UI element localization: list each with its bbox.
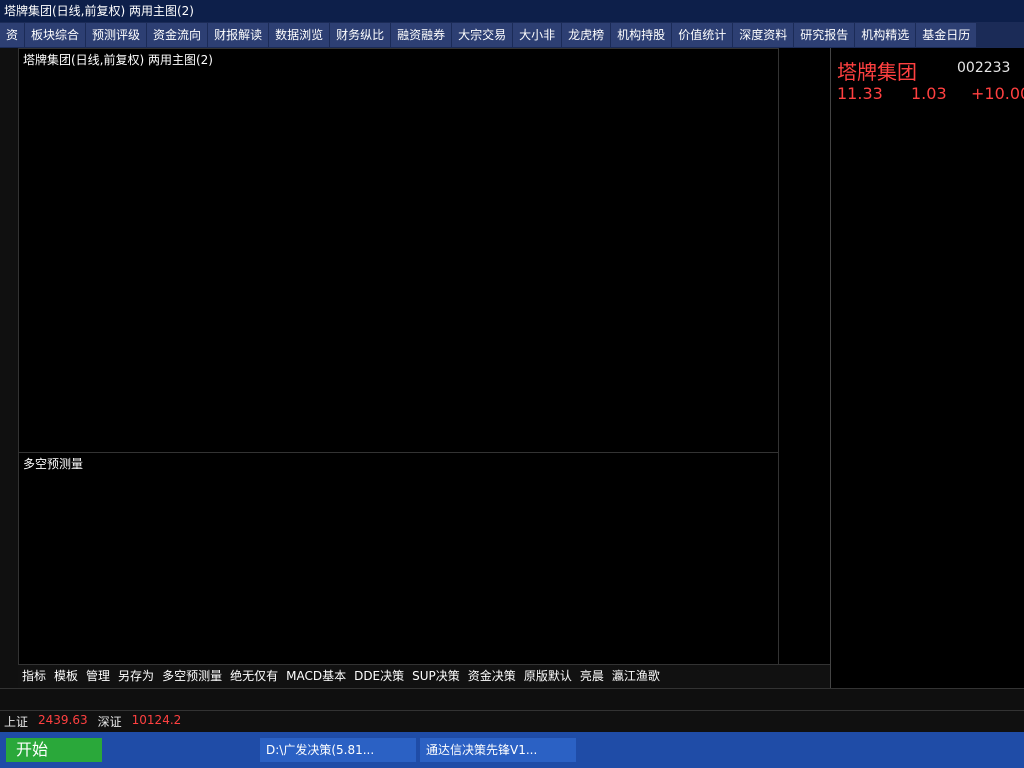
- tab-6[interactable]: MACD基本: [286, 667, 346, 684]
- toolbar-item-14[interactable]: 研究报告: [794, 23, 855, 47]
- start-button[interactable]: 开始: [6, 738, 102, 762]
- tab-12[interactable]: 瀛江渔歌: [612, 667, 660, 684]
- taskbar-item-1[interactable]: D:\广发决策(5.81...: [260, 738, 416, 762]
- quote-panel: 塔牌集团 002233 11.33 1.03 +10.00: [830, 48, 1024, 688]
- price-axis: [778, 48, 831, 664]
- sh-value: 2439.63: [38, 713, 88, 727]
- toolbar-item-16[interactable]: 基金日历: [916, 23, 977, 47]
- tab-9[interactable]: 资金决策: [468, 667, 516, 684]
- main-chart-title: 塔牌集团(日线,前复权) 两用主图(2): [23, 53, 213, 67]
- sz-label: 深证: [97, 715, 122, 729]
- toolbar-item-10[interactable]: 龙虎榜: [562, 23, 611, 47]
- tab-0[interactable]: 指标: [22, 667, 46, 684]
- tab-4[interactable]: 多空预测量: [162, 667, 222, 684]
- toolbar-item-4[interactable]: 财报解读: [208, 23, 269, 47]
- menu-title: 塔牌集团(日线,前复权) 两用主图(2): [4, 4, 194, 18]
- toolbar-item-6[interactable]: 财务纵比: [330, 23, 391, 47]
- toolbar-item-5[interactable]: 数据浏览: [269, 23, 330, 47]
- stock-name: 塔牌集团: [837, 60, 917, 84]
- left-vertical-nav[interactable]: [0, 48, 19, 688]
- tab-2[interactable]: 管理: [86, 667, 110, 684]
- toolbar-item-11[interactable]: 机构持股: [611, 23, 672, 47]
- tab-3[interactable]: 另存为: [118, 667, 154, 684]
- indicator-title: 多空预测量: [23, 457, 84, 471]
- toolbar-item-7[interactable]: 融资融券: [391, 23, 452, 47]
- taskbar-item-2[interactable]: 通达信决策先锋V1...: [420, 738, 576, 762]
- indicator-chart[interactable]: 多空预测量: [18, 452, 780, 666]
- extension-bar: [0, 688, 1024, 711]
- function-toolbar: 资 板块综合 预测评级 资金流向 财报解读 数据浏览 财务纵比 融资融券 大宗交…: [0, 22, 1024, 48]
- tab-7[interactable]: DDE决策: [354, 667, 404, 684]
- stock-code: 002233: [957, 60, 1011, 76]
- toolbar-item-2[interactable]: 预测评级: [86, 23, 147, 47]
- market-status-bar: 上证 2439.63 深证 10124.2: [0, 710, 1024, 733]
- toolbar-item-8[interactable]: 大宗交易: [452, 23, 513, 47]
- sz-value: 10124.2: [131, 713, 182, 727]
- sh-label: 上证: [4, 715, 29, 729]
- toolbar-item-9[interactable]: 大小非: [513, 23, 562, 47]
- toolbar-item-3[interactable]: 资金流向: [147, 23, 208, 47]
- windows-taskbar: 开始 D:\广发决策(5.81... 通达信决策先锋V1...: [0, 732, 1024, 768]
- tab-8[interactable]: SUP决策: [412, 667, 460, 684]
- toolbar-item-12[interactable]: 价值统计: [672, 23, 733, 47]
- tab-11[interactable]: 亮晨: [580, 667, 604, 684]
- stock-pct: +10.00: [971, 84, 1024, 103]
- stock-price: 11.33: [837, 84, 883, 103]
- indicator-tabs: 指标 模板 管理 另存为 多空预测量 绝无仅有 MACD基本 DDE决策 SUP…: [18, 664, 830, 689]
- tab-10[interactable]: 原版默认: [524, 667, 572, 684]
- toolbar-item-13[interactable]: 深度资料: [733, 23, 794, 47]
- menu-bar: 塔牌集团(日线,前复权) 两用主图(2): [0, 0, 1024, 22]
- stock-change: 1.03: [911, 84, 947, 103]
- toolbar-item-1[interactable]: 板块综合: [25, 23, 86, 47]
- main-kline-chart[interactable]: 塔牌集团(日线,前复权) 两用主图(2): [18, 48, 780, 454]
- tab-5[interactable]: 绝无仅有: [230, 667, 278, 684]
- toolbar-item-0[interactable]: 资: [0, 23, 25, 47]
- tab-1[interactable]: 模板: [54, 667, 78, 684]
- toolbar-item-15[interactable]: 机构精选: [855, 23, 916, 47]
